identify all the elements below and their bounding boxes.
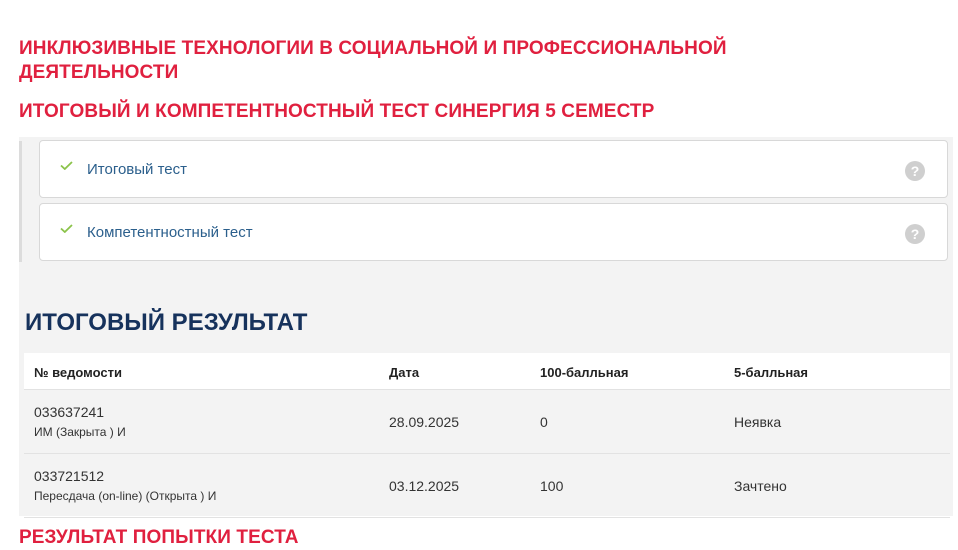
check-icon bbox=[60, 224, 73, 233]
record-score100: 0 bbox=[540, 414, 548, 430]
test-item-label[interactable]: Компетентностный тест bbox=[87, 224, 253, 242]
test-item-final[interactable]: Итоговый тест ? bbox=[39, 140, 948, 198]
course-title: ИНКЛЮЗИВНЫЕ ТЕХНОЛОГИИ В СОЦИАЛЬНОЙ И ПР… bbox=[19, 38, 727, 83]
test-item-label[interactable]: Итоговый тест bbox=[87, 161, 187, 179]
record-score100: 100 bbox=[540, 478, 564, 494]
panel-divider bbox=[19, 141, 22, 262]
record-date: 28.09.2025 bbox=[389, 414, 460, 430]
attempt-result-title: РЕЗУЛЬТАТ ПОПЫТКИ ТЕСТА bbox=[19, 527, 299, 548]
table-header: № ведомости Дата 100-балльная 5-балльная bbox=[24, 353, 950, 390]
final-result-title: ИТОГОВЫЙ РЕЗУЛЬТАТ bbox=[25, 309, 308, 336]
record-score5: Неявка bbox=[734, 414, 782, 430]
record-description: ИМ (Закрыта ) И bbox=[34, 425, 126, 439]
record-score5: Зачтено bbox=[734, 478, 787, 494]
record-number: 033637241 bbox=[34, 404, 105, 420]
test-item-competency[interactable]: Компетентностный тест ? bbox=[39, 203, 948, 261]
table-row: 033637241 ИМ (Закрыта ) И 28.09.2025 0 Н… bbox=[24, 390, 950, 454]
column-header-date: Дата bbox=[389, 365, 420, 380]
help-icon[interactable]: ? bbox=[905, 161, 925, 181]
record-date: 03.12.2025 bbox=[389, 478, 460, 494]
record-number: 033721512 bbox=[34, 468, 105, 484]
column-header-number: № ведомости bbox=[34, 365, 122, 380]
results-table: № ведомости Дата 100-балльная 5-балльная… bbox=[24, 353, 950, 518]
check-icon bbox=[60, 161, 73, 170]
table-row: 033721512 Пересдача (on-line) (Открыта )… bbox=[24, 454, 950, 518]
record-description: Пересдача (on-line) (Открыта ) И bbox=[34, 489, 217, 503]
test-title: ИТОГОВЫЙ И КОМПЕТЕНТНОСТНЫЙ ТЕСТ СИНЕРГИ… bbox=[19, 101, 655, 122]
help-icon[interactable]: ? bbox=[905, 224, 925, 244]
column-header-score5: 5-балльная bbox=[734, 365, 808, 380]
column-header-score100: 100-балльная bbox=[540, 365, 629, 380]
